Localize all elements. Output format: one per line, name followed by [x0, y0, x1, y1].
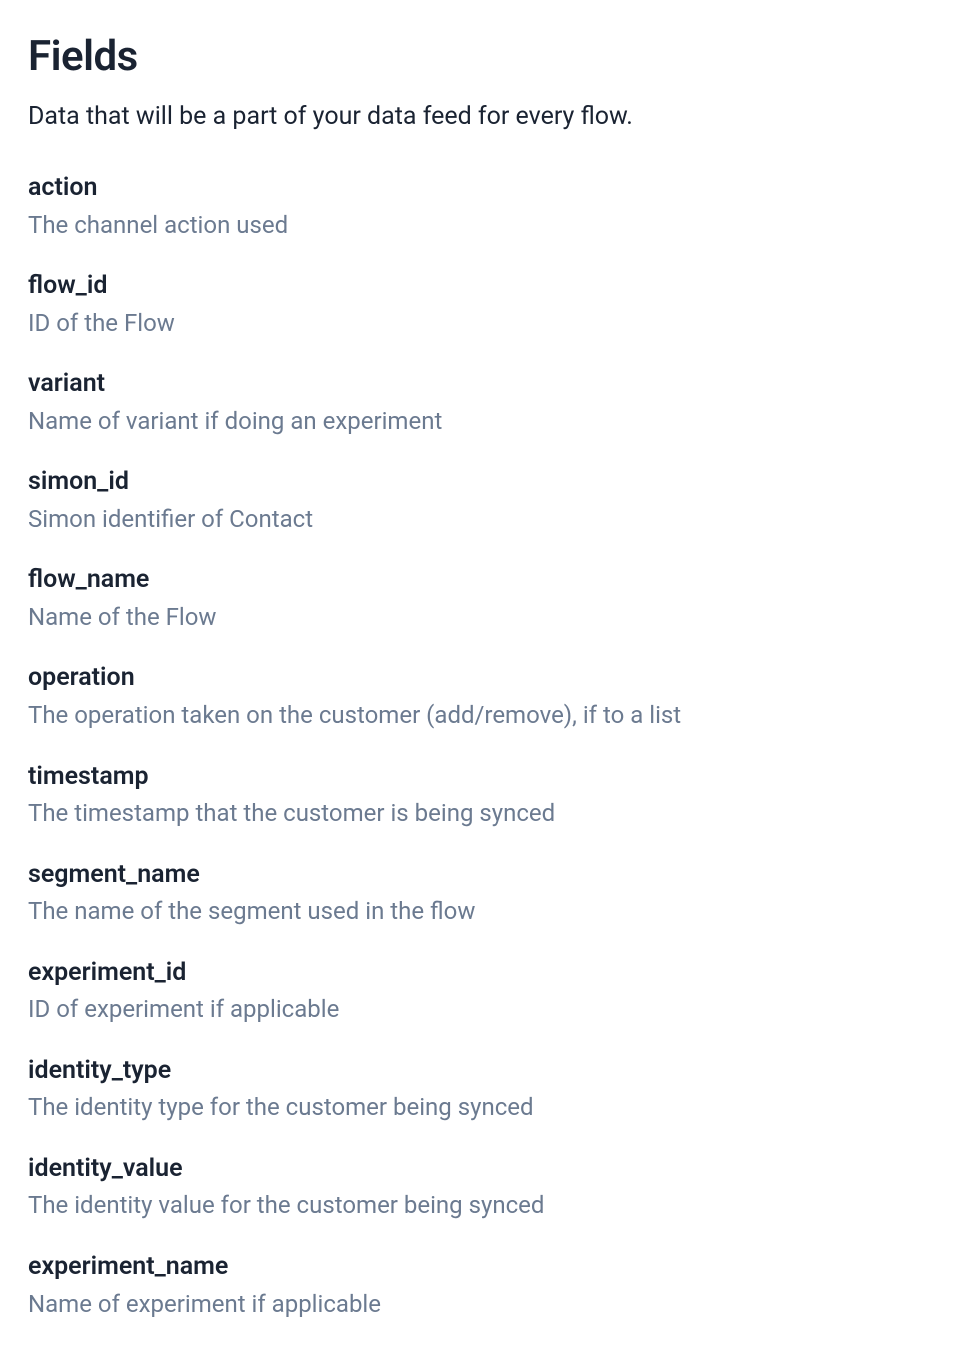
field-name: action [28, 172, 942, 205]
field-name: experiment_name [28, 1251, 942, 1284]
field-item: operation The operation taken on the cus… [28, 662, 942, 732]
field-item: experiment_id ID of experiment if applic… [28, 957, 942, 1027]
field-item: identity_type The identity type for the … [28, 1055, 942, 1125]
field-description: ID of experiment if applicable [28, 993, 942, 1027]
field-description: Name of variant if doing an experiment [28, 405, 942, 439]
page-subtitle: Data that will be a part of your data fe… [28, 99, 942, 134]
field-name: identity_value [28, 1153, 942, 1186]
field-description: The identity type for the customer being… [28, 1091, 942, 1125]
field-name: segment_name [28, 859, 942, 892]
field-name: flow_name [28, 564, 942, 597]
field-item: timestamp The timestamp that the custome… [28, 761, 942, 831]
page-title: Fields [28, 32, 942, 81]
field-item: simon_id Simon identifier of Contact [28, 466, 942, 536]
field-item: flow_name Name of the Flow [28, 564, 942, 634]
field-item: flow_id ID of the Flow [28, 270, 942, 340]
field-description: Simon identifier of Contact [28, 503, 942, 537]
field-description: The channel action used [28, 209, 942, 243]
field-name: variant [28, 368, 942, 401]
field-name: operation [28, 662, 942, 695]
field-name: timestamp [28, 761, 942, 794]
field-item: action The channel action used [28, 172, 942, 242]
field-item: identity_value The identity value for th… [28, 1153, 942, 1223]
field-name: flow_id [28, 270, 942, 303]
field-description: The name of the segment used in the flow [28, 895, 942, 929]
field-description: The operation taken on the customer (add… [28, 699, 942, 733]
field-name: identity_type [28, 1055, 942, 1088]
field-description: The identity value for the customer bein… [28, 1189, 942, 1223]
field-description: The timestamp that the customer is being… [28, 797, 942, 831]
field-description: ID of the Flow [28, 307, 942, 341]
field-item: segment_name The name of the segment use… [28, 859, 942, 929]
field-description: Name of experiment if applicable [28, 1288, 942, 1322]
field-name: simon_id [28, 466, 942, 499]
field-name: experiment_id [28, 957, 942, 990]
fields-list: action The channel action used flow_id I… [28, 172, 942, 1321]
field-item: experiment_name Name of experiment if ap… [28, 1251, 942, 1321]
field-item: variant Name of variant if doing an expe… [28, 368, 942, 438]
field-description: Name of the Flow [28, 601, 942, 635]
